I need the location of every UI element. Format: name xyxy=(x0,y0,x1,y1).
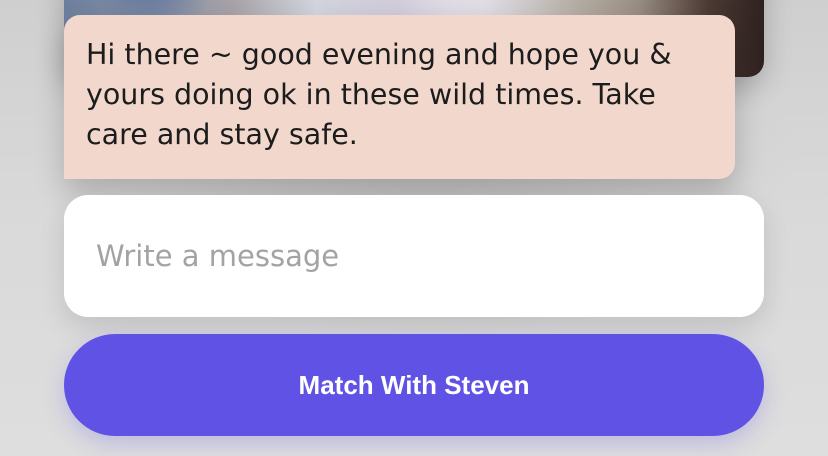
message-text: Hi there ~ good evening and hope you & y… xyxy=(86,38,672,151)
message-input[interactable] xyxy=(96,239,732,273)
message-bubble: Hi there ~ good evening and hope you & y… xyxy=(64,15,735,179)
match-button[interactable]: Match With Steven xyxy=(64,334,764,436)
message-input-container[interactable] xyxy=(64,195,764,317)
